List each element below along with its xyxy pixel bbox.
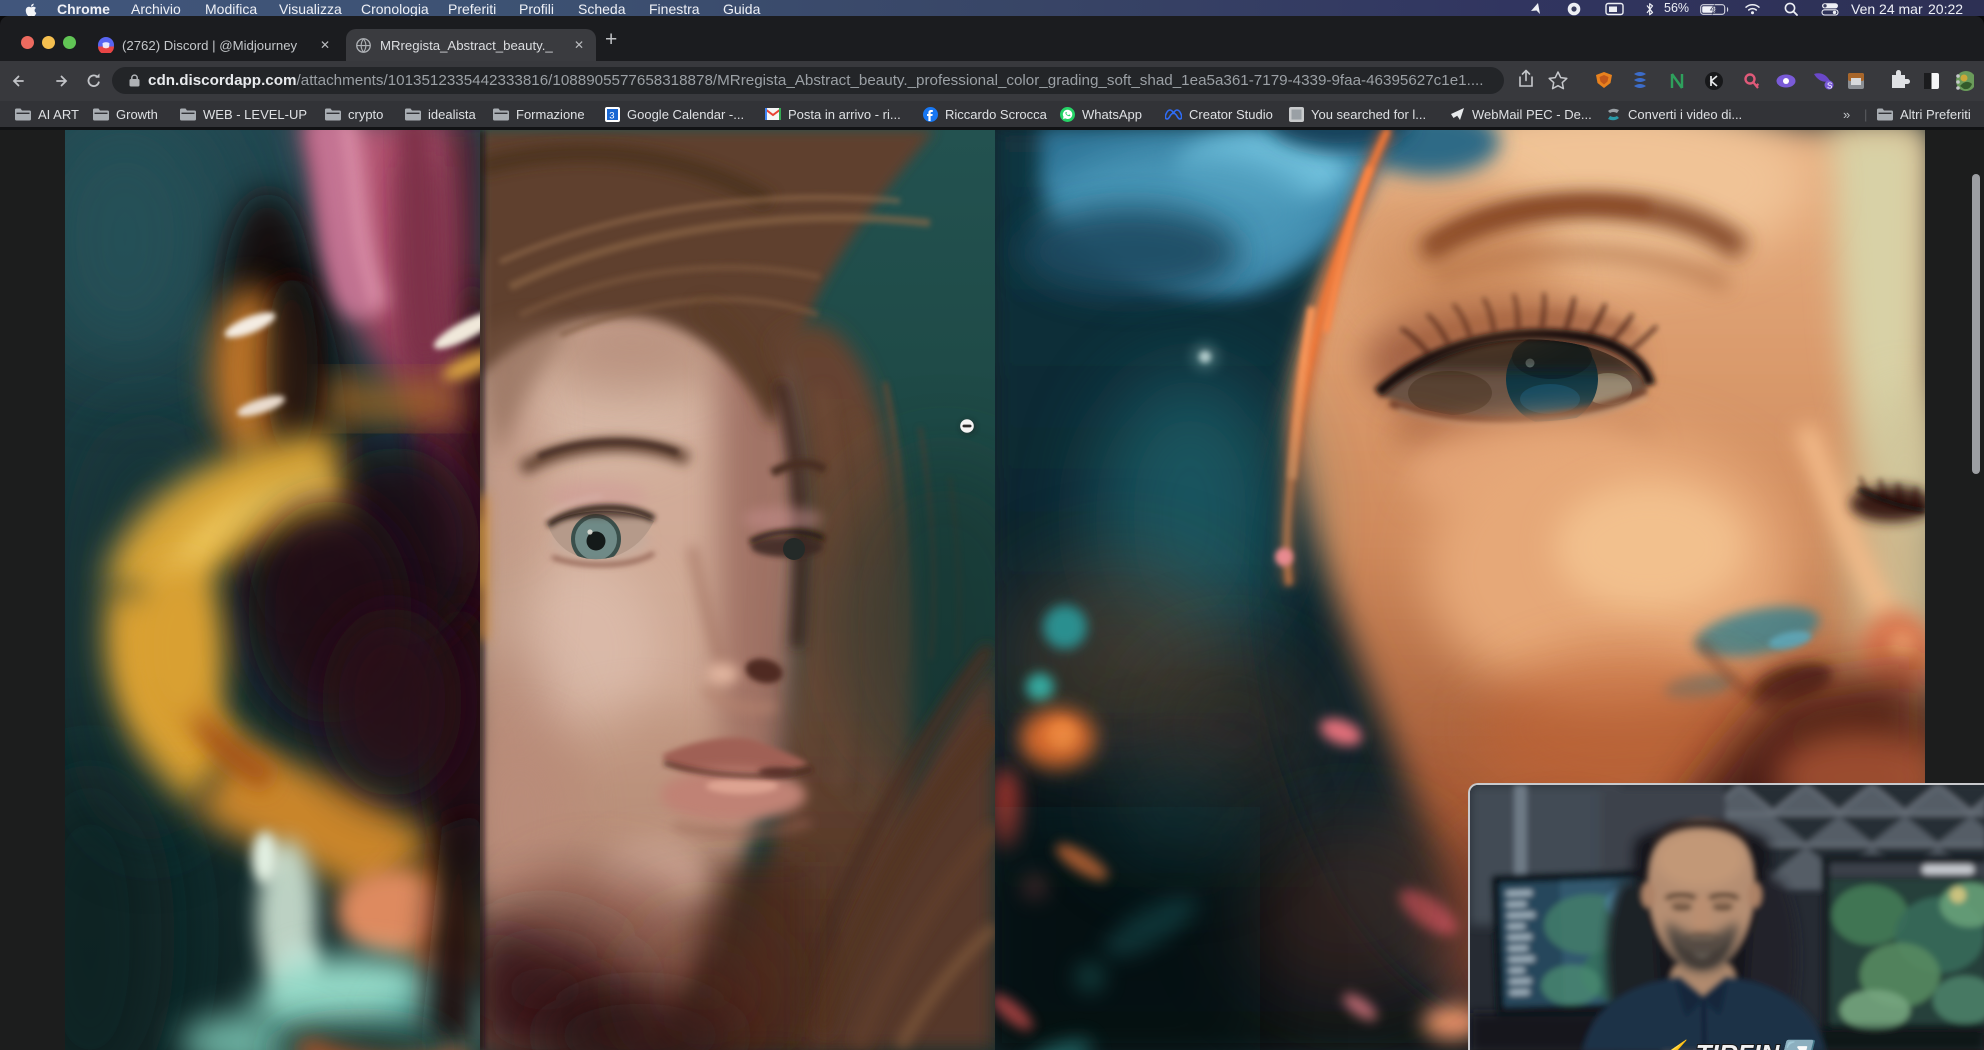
svg-text:⚡ TIRFIN↗️: ⚡ TIRFIN↗️	[1656, 1039, 1816, 1050]
svg-text:S: S	[1827, 82, 1832, 91]
svg-text:3: 3	[609, 110, 614, 121]
